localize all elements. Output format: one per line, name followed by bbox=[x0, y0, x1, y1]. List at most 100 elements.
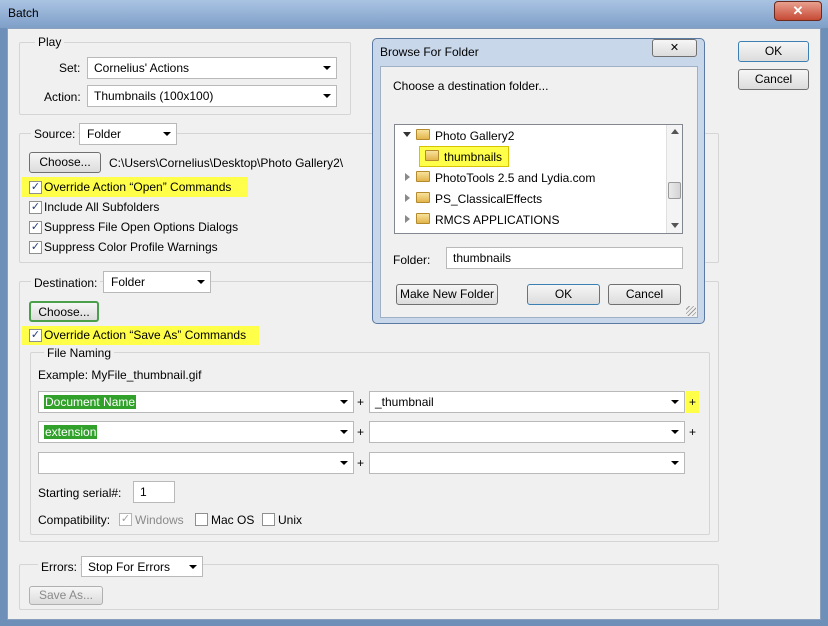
browse-ok-button[interactable]: OK bbox=[527, 284, 600, 305]
browse-close-button[interactable]: ✕ bbox=[652, 39, 697, 57]
compatibility-label: Compatibility: bbox=[38, 513, 111, 527]
title-bar[interactable] bbox=[0, 0, 828, 28]
source-dropdown[interactable]: Folder bbox=[79, 123, 177, 145]
window-close-button[interactable]: ✕ bbox=[774, 1, 822, 21]
source-value: Folder bbox=[87, 127, 122, 141]
destination-value: Folder bbox=[111, 275, 146, 289]
ok-button[interactable]: OK bbox=[738, 41, 809, 62]
make-new-folder-button[interactable]: Make New Folder bbox=[396, 284, 498, 305]
folder-icon bbox=[416, 192, 430, 203]
play-legend: Play bbox=[35, 35, 65, 49]
plus-sign: + bbox=[357, 456, 365, 470]
errors-value: Stop For Errors bbox=[88, 560, 171, 574]
plus-sign: + bbox=[357, 395, 365, 409]
tree-item-rmcs-applications[interactable]: RMCS APPLICATIONS bbox=[435, 213, 559, 227]
destination-choose-button[interactable]: Choose... bbox=[29, 301, 99, 322]
chevron-down-icon bbox=[197, 280, 205, 284]
plus-sign: + bbox=[689, 425, 697, 439]
plus-sign: + bbox=[686, 391, 699, 413]
suppress-color-warnings-label: Suppress Color Profile Warnings bbox=[44, 240, 218, 254]
naming-field-1-value: Document Name bbox=[44, 395, 137, 409]
compat-macos-checkbox[interactable] bbox=[195, 513, 208, 526]
set-value: Cornelius' Actions bbox=[94, 61, 190, 75]
starting-serial-label: Starting serial#: bbox=[38, 486, 122, 500]
chevron-down-icon bbox=[340, 430, 348, 434]
folder-icon bbox=[416, 129, 430, 140]
chevron-down-icon bbox=[340, 461, 348, 465]
chevron-down-icon bbox=[671, 400, 679, 404]
save-as-button[interactable]: Save As... bbox=[29, 586, 103, 605]
action-dropdown[interactable]: Thumbnails (100x100) bbox=[87, 85, 337, 107]
folder-icon bbox=[425, 150, 439, 161]
naming-field-6-dropdown[interactable] bbox=[369, 452, 685, 474]
naming-field-2-value: _thumbnail bbox=[375, 395, 434, 409]
tree-item-phototools[interactable]: PhotoTools 2.5 and Lydia.com bbox=[435, 171, 595, 185]
collapsed-arrow-icon[interactable] bbox=[405, 215, 410, 223]
naming-field-2-dropdown[interactable]: _thumbnail bbox=[369, 391, 685, 413]
starting-serial-input[interactable]: 1 bbox=[133, 481, 175, 503]
include-subfolders-label: Include All Subfolders bbox=[44, 200, 160, 214]
destination-dropdown[interactable]: Folder bbox=[103, 271, 211, 293]
scroll-thumb[interactable] bbox=[668, 182, 681, 199]
destination-label: Destination: bbox=[31, 276, 101, 290]
override-open-label: Override Action “Open” Commands bbox=[44, 180, 232, 194]
browse-prompt: Choose a destination folder... bbox=[393, 79, 549, 93]
naming-field-3-value: extension bbox=[44, 425, 98, 439]
compat-macos-label: Mac OS bbox=[211, 513, 255, 527]
scroll-up-icon[interactable] bbox=[671, 129, 679, 134]
file-naming-legend: File Naming bbox=[44, 346, 115, 360]
scroll-down-icon[interactable] bbox=[671, 223, 679, 228]
chevron-down-icon bbox=[323, 66, 331, 70]
naming-field-5-dropdown[interactable] bbox=[38, 452, 354, 474]
override-save-checkbox[interactable]: ✓ bbox=[29, 329, 42, 342]
resize-grip-icon[interactable] bbox=[686, 306, 696, 316]
suppress-open-dialogs-checkbox[interactable]: ✓ bbox=[29, 221, 42, 234]
chevron-down-icon bbox=[340, 400, 348, 404]
chevron-down-icon bbox=[163, 132, 171, 136]
collapsed-arrow-icon[interactable] bbox=[405, 194, 410, 202]
compat-unix-label: Unix bbox=[278, 513, 303, 527]
source-label: Source: bbox=[31, 127, 79, 141]
chevron-down-icon bbox=[323, 94, 331, 98]
window-title: Batch bbox=[8, 6, 39, 20]
naming-field-1-dropdown[interactable]: Document Name bbox=[38, 391, 354, 413]
chevron-down-icon bbox=[671, 461, 679, 465]
folder-name-input[interactable]: thumbnails bbox=[446, 247, 683, 269]
naming-field-4-dropdown[interactable] bbox=[369, 421, 685, 443]
source-path: C:\Users\Cornelius\Desktop\Photo Gallery… bbox=[109, 156, 344, 170]
suppress-open-dialogs-label: Suppress File Open Options Dialogs bbox=[44, 220, 239, 234]
tree-scrollbar[interactable] bbox=[666, 125, 682, 233]
file-naming-example: Example: MyFile_thumbnail.gif bbox=[38, 368, 202, 382]
folder-icon bbox=[416, 213, 430, 224]
errors-label: Errors: bbox=[38, 560, 80, 574]
starting-serial-value: 1 bbox=[140, 485, 147, 499]
close-icon: ✕ bbox=[792, 3, 804, 18]
folder-name-value: thumbnails bbox=[453, 251, 512, 265]
override-save-label: Override Action “Save As” Commands bbox=[44, 328, 247, 342]
errors-dropdown[interactable]: Stop For Errors bbox=[81, 556, 203, 577]
set-dropdown[interactable]: Cornelius' Actions bbox=[87, 57, 337, 79]
close-icon: ✕ bbox=[669, 42, 680, 54]
naming-field-3-dropdown[interactable]: extension bbox=[38, 421, 354, 443]
browse-cancel-button[interactable]: Cancel bbox=[608, 284, 681, 305]
chevron-down-icon bbox=[189, 564, 197, 569]
include-subfolders-checkbox[interactable]: ✓ bbox=[29, 201, 42, 214]
cancel-button[interactable]: Cancel bbox=[738, 69, 809, 90]
set-label: Set: bbox=[59, 61, 81, 75]
expanded-arrow-icon[interactable] bbox=[403, 132, 411, 137]
folder-icon bbox=[416, 171, 430, 182]
override-open-checkbox[interactable]: ✓ bbox=[29, 181, 42, 194]
tree-item-photo-gallery2[interactable]: Photo Gallery2 bbox=[435, 129, 514, 143]
chevron-down-icon bbox=[671, 430, 679, 434]
tree-item-ps-classicaleffects[interactable]: PS_ClassicalEffects bbox=[435, 192, 542, 206]
browse-dialog-title: Browse For Folder bbox=[380, 45, 479, 59]
compat-windows-checkbox[interactable]: ✓ bbox=[119, 513, 132, 526]
collapsed-arrow-icon[interactable] bbox=[405, 173, 410, 181]
suppress-color-warnings-checkbox[interactable]: ✓ bbox=[29, 241, 42, 254]
plus-sign: + bbox=[357, 425, 365, 439]
tree-item-thumbnails: thumbnails bbox=[444, 150, 503, 164]
action-value: Thumbnails (100x100) bbox=[94, 89, 214, 103]
folder-label: Folder: bbox=[393, 253, 431, 267]
compat-unix-checkbox[interactable] bbox=[262, 513, 275, 526]
source-choose-button[interactable]: Choose... bbox=[29, 152, 101, 173]
